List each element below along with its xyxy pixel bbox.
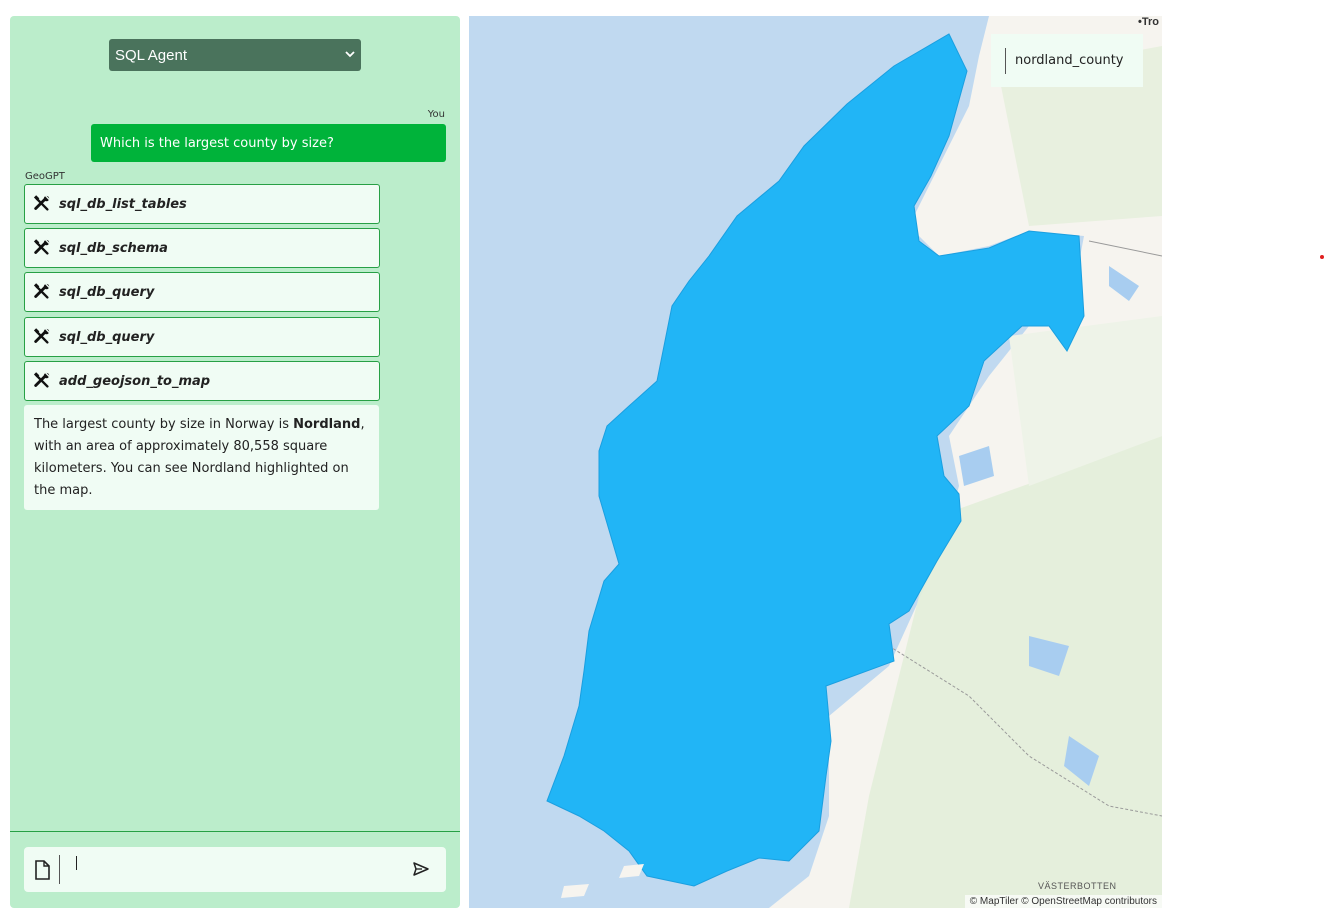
input-divider [10, 831, 460, 832]
tool-call-item[interactable]: sql_db_query [24, 317, 380, 357]
tools-icon [33, 328, 50, 344]
chevron-down-icon [345, 49, 355, 61]
input-separator [59, 855, 60, 884]
tool-call-label: sql_db_query [59, 284, 155, 300]
answer-highlight: Nordland [293, 417, 361, 432]
bot-label: GeoGPT [25, 171, 65, 182]
layer-name: nordland_county [1015, 53, 1124, 68]
map-canvas [469, 16, 1162, 908]
tools-icon [33, 283, 50, 299]
answer-text-prefix: The largest county by size in Norway is [34, 417, 294, 432]
tool-call-item[interactable]: sql_db_query [24, 272, 380, 312]
tool-call-item[interactable]: sql_db_schema [24, 228, 380, 268]
text-caret [76, 856, 77, 870]
tools-icon [33, 195, 50, 211]
layer-chip[interactable]: nordland_county [991, 34, 1143, 87]
chat-panel: SQL Agent You Which is the largest count… [10, 16, 460, 908]
layer-chip-bar [1005, 47, 1006, 74]
tools-icon [33, 372, 50, 388]
assistant-answer: The largest county by size in Norway is … [24, 405, 379, 510]
message-input[interactable] [24, 847, 446, 892]
tool-call-label: add_geojson_to_map [59, 373, 211, 389]
tool-call-label: sql_db_query [59, 329, 155, 345]
tool-call-item[interactable]: add_geojson_to_map [24, 361, 380, 401]
agent-select[interactable]: SQL Agent [109, 39, 361, 71]
tool-call-label: sql_db_list_tables [59, 196, 187, 212]
map-attribution[interactable]: © MapTiler © OpenStreetMap contributors [964, 895, 1162, 908]
agent-select-value: SQL Agent [115, 46, 187, 64]
tools-icon [33, 239, 50, 255]
tool-call-item[interactable]: sql_db_list_tables [24, 184, 380, 224]
map-view[interactable]: nordland_county •Tro VÄSTERBOTTEN © MapT… [469, 16, 1162, 908]
send-icon[interactable] [412, 861, 430, 877]
user-message-text: Which is the largest county by size? [100, 135, 334, 151]
user-message: Which is the largest county by size? [91, 124, 446, 162]
region-label: VÄSTERBOTTEN [1038, 881, 1117, 891]
file-icon[interactable] [34, 860, 50, 880]
user-label: You [427, 109, 445, 120]
tool-call-label: sql_db_schema [59, 240, 168, 256]
city-label: •Tro [1138, 16, 1159, 28]
red-dot [1320, 255, 1324, 259]
